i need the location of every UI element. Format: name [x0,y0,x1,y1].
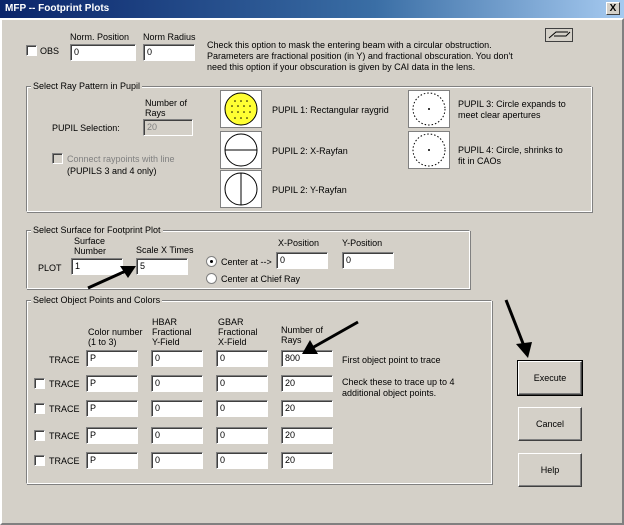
col-hbar-label-2: Fractional [152,327,192,337]
obs-label: OBS [40,46,60,56]
ray-pattern-group-title: Select Ray Pattern in Pupil [31,81,143,91]
color-input[interactable]: P [86,375,138,392]
rays-input[interactable]: 800 [281,350,333,367]
obs-help-text-3: need this option if your obscuration is … [207,62,476,72]
connect-raypoints-note: (PUPILS 3 and 4 only) [67,166,157,176]
cancel-button[interactable]: Cancel [518,407,582,441]
trace-label: TRACE [49,431,80,441]
rays-input[interactable]: 20 [281,452,333,469]
color-input[interactable]: P [86,427,138,444]
surface-number-label-1: Surface [74,236,106,246]
expanding-circle-icon [412,92,446,126]
y-rayfan-icon [224,172,258,206]
hbar-input[interactable]: 0 [151,452,203,469]
center-at-label: Center at --> [221,257,272,267]
col-hbar-label-1: HBAR [152,317,178,327]
shrinking-circle-icon [412,133,446,167]
col-rays-label-2: Rays [281,335,302,345]
norm-radius-input[interactable]: 0 [143,44,195,61]
col-gbar-label-1: GBAR [218,317,244,327]
col-color-label-2: (1 to 3) [88,337,117,347]
pupil1-label: PUPIL 1: Rectangular raygrid [272,105,389,115]
execute-button[interactable]: Execute [517,360,583,396]
x-position-input[interactable]: 0 [276,252,328,269]
x-rayfan-icon [224,133,258,167]
pupil4-label-2: fit in CAOs [458,156,502,166]
obs-help-text-2: Parameters are fractional position (in Y… [207,51,513,61]
surface-group-title: Select Surface for Footprint Plot [31,225,163,235]
object-points-group-title: Select Object Points and Colors [31,295,163,305]
pupil2x-button[interactable] [220,131,262,169]
obs-checkbox[interactable] [26,45,37,56]
norm-position-input[interactable]: 0 [70,44,136,61]
trace-checkbox[interactable] [34,378,45,389]
x-position-label: X-Position [278,238,320,248]
center-chief-ray-label: Center at Chief Ray [221,274,301,284]
rays-input[interactable]: 20 [281,375,333,392]
trace-label: TRACE [49,379,80,389]
obs-help-text-1: Check this option to mask the entering b… [207,40,492,50]
pupil3-label-1: PUPIL 3: Circle expands to [458,99,566,109]
center-at-radio[interactable] [206,256,217,267]
trace-checkbox[interactable] [34,430,45,441]
pupil-selection-label: PUPIL Selection: [52,123,120,133]
y-position-label: Y-Position [342,238,383,248]
pupil2y-button[interactable] [220,170,262,208]
gbar-input[interactable]: 0 [216,452,268,469]
connect-raypoints-label: Connect raypoints with line [67,154,175,164]
number-of-rays-label-2: Rays [145,108,166,118]
check-note-2: additional object points. [342,388,437,398]
trace-label: TRACE [49,404,80,414]
gbar-input[interactable]: 0 [216,350,268,367]
col-gbar-label-3: X-Field [218,337,247,347]
window-title: MFP -- Footprint Plots [5,3,110,14]
hbar-input[interactable]: 0 [151,375,203,392]
pupil2y-label: PUPIL 2: Y-Rayfan [272,185,347,195]
surface-number-input[interactable]: 1 [71,258,123,275]
hbar-input[interactable]: 0 [151,400,203,417]
col-hbar-label-3: Y-Field [152,337,180,347]
plot-label: PLOT [38,263,62,273]
hbar-input[interactable]: 0 [151,427,203,444]
lens-icon[interactable] [545,28,573,42]
rays-input[interactable]: 20 [281,400,333,417]
close-button[interactable]: X [606,2,620,15]
scale-input[interactable]: 5 [136,258,188,275]
color-input[interactable]: P [86,350,138,367]
number-of-rays-input[interactable]: 20 [143,119,193,136]
hbar-input[interactable]: 0 [151,350,203,367]
center-chief-ray-radio[interactable] [206,273,217,284]
pupil4-label-1: PUPIL 4: Circle, shrinks to [458,145,563,155]
pupil3-button[interactable] [408,90,450,128]
trace-checkbox[interactable] [34,455,45,466]
pupil2x-label: PUPIL 2: X-Rayfan [272,146,348,156]
rays-input[interactable]: 20 [281,427,333,444]
help-button[interactable]: Help [518,453,582,487]
col-rays-label-1: Number of [281,325,324,335]
trace-label: TRACE [49,355,80,365]
color-input[interactable]: P [86,452,138,469]
pupil3-label-2: meet clear apertures [458,110,541,120]
col-color-label-1: Color number [88,327,143,337]
number-of-rays-label-1: Number of [145,98,188,108]
norm-position-label: Norm. Position [70,32,130,42]
rectangular-raygrid-icon [224,92,258,126]
norm-radius-label: Norm Radius [143,32,196,42]
col-gbar-label-2: Fractional [218,327,258,337]
pupil1-button[interactable] [220,90,262,128]
y-position-input[interactable]: 0 [342,252,394,269]
gbar-input[interactable]: 0 [216,427,268,444]
gbar-input[interactable]: 0 [216,375,268,392]
first-object-note: First object point to trace [342,355,441,365]
color-input[interactable]: P [86,400,138,417]
pupil4-button[interactable] [408,131,450,169]
title-bar: MFP -- Footprint Plots X [0,0,624,18]
trace-checkbox[interactable] [34,403,45,414]
check-note-1: Check these to trace up to 4 [342,377,455,387]
scale-label: Scale X Times [136,245,194,255]
gbar-input[interactable]: 0 [216,400,268,417]
trace-label: TRACE [49,456,80,466]
surface-number-label-2: Number [74,246,107,256]
connect-raypoints-checkbox[interactable] [52,153,63,164]
